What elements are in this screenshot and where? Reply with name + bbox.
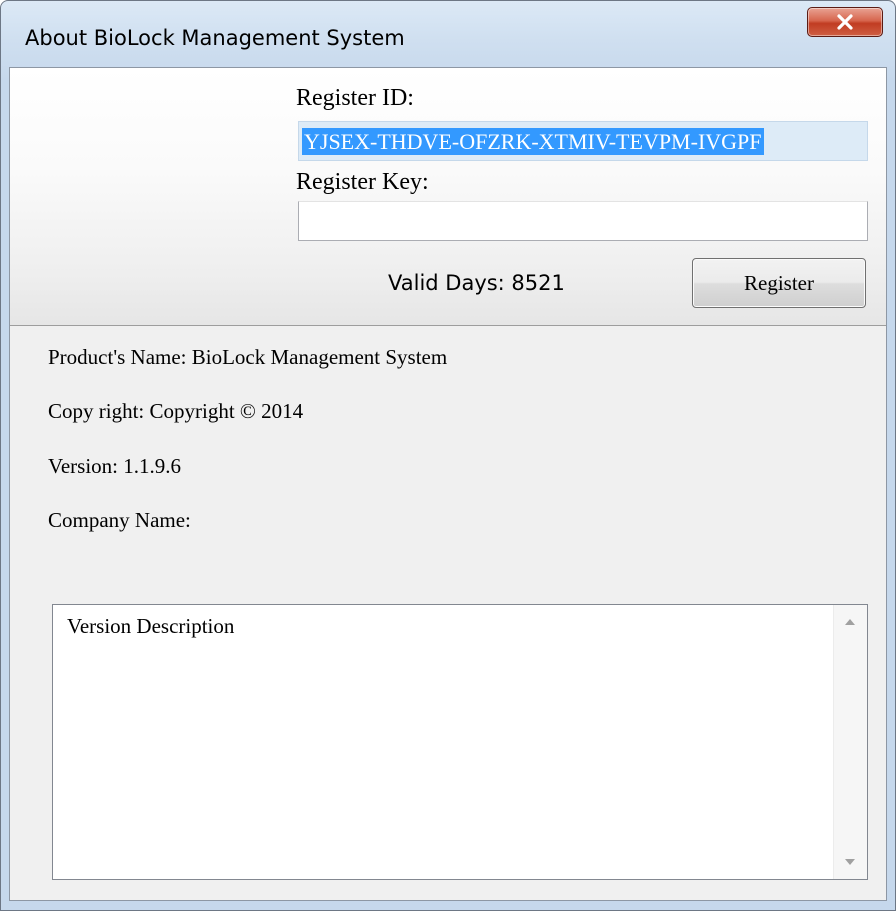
- company-name-text: Company Name:: [48, 508, 191, 532]
- product-name-text: Product's Name: BioLock Management Syste…: [48, 345, 448, 369]
- version-text: Version: 1.1.9.6: [48, 454, 181, 478]
- register-id-label: Register ID:: [296, 85, 414, 111]
- title-bar[interactable]: About BioLock Management System: [1, 1, 895, 67]
- register-id-field[interactable]: YJSEX-THDVE-OFZRK-XTMIV-TEVPM-IVGPF: [298, 121, 868, 161]
- description-scrollbar[interactable]: [833, 605, 867, 879]
- version-description-box[interactable]: Version Description: [52, 604, 868, 880]
- register-id-value[interactable]: YJSEX-THDVE-OFZRK-XTMIV-TEVPM-IVGPF: [302, 128, 764, 155]
- close-x-icon: [837, 14, 853, 30]
- valid-days-text: Valid Days: 8521: [388, 271, 565, 295]
- version-description-text: Version Description: [67, 614, 235, 638]
- registration-panel: Register ID: YJSEX-THDVE-OFZRK-XTMIV-TEV…: [10, 68, 886, 326]
- register-button[interactable]: Register: [692, 258, 866, 308]
- register-key-label: Register Key:: [296, 169, 429, 195]
- close-button[interactable]: [807, 7, 883, 37]
- register-key-field[interactable]: [298, 201, 868, 241]
- dialog-client-area: Register ID: YJSEX-THDVE-OFZRK-XTMIV-TEV…: [9, 67, 887, 901]
- copyright-text: Copy right: Copyright © 2014: [48, 399, 304, 423]
- scroll-up-arrow-icon[interactable]: [845, 619, 855, 625]
- window-title: About BioLock Management System: [25, 26, 405, 50]
- scroll-down-arrow-icon[interactable]: [845, 859, 855, 865]
- about-dialog-window: About BioLock Management System Register…: [0, 0, 896, 911]
